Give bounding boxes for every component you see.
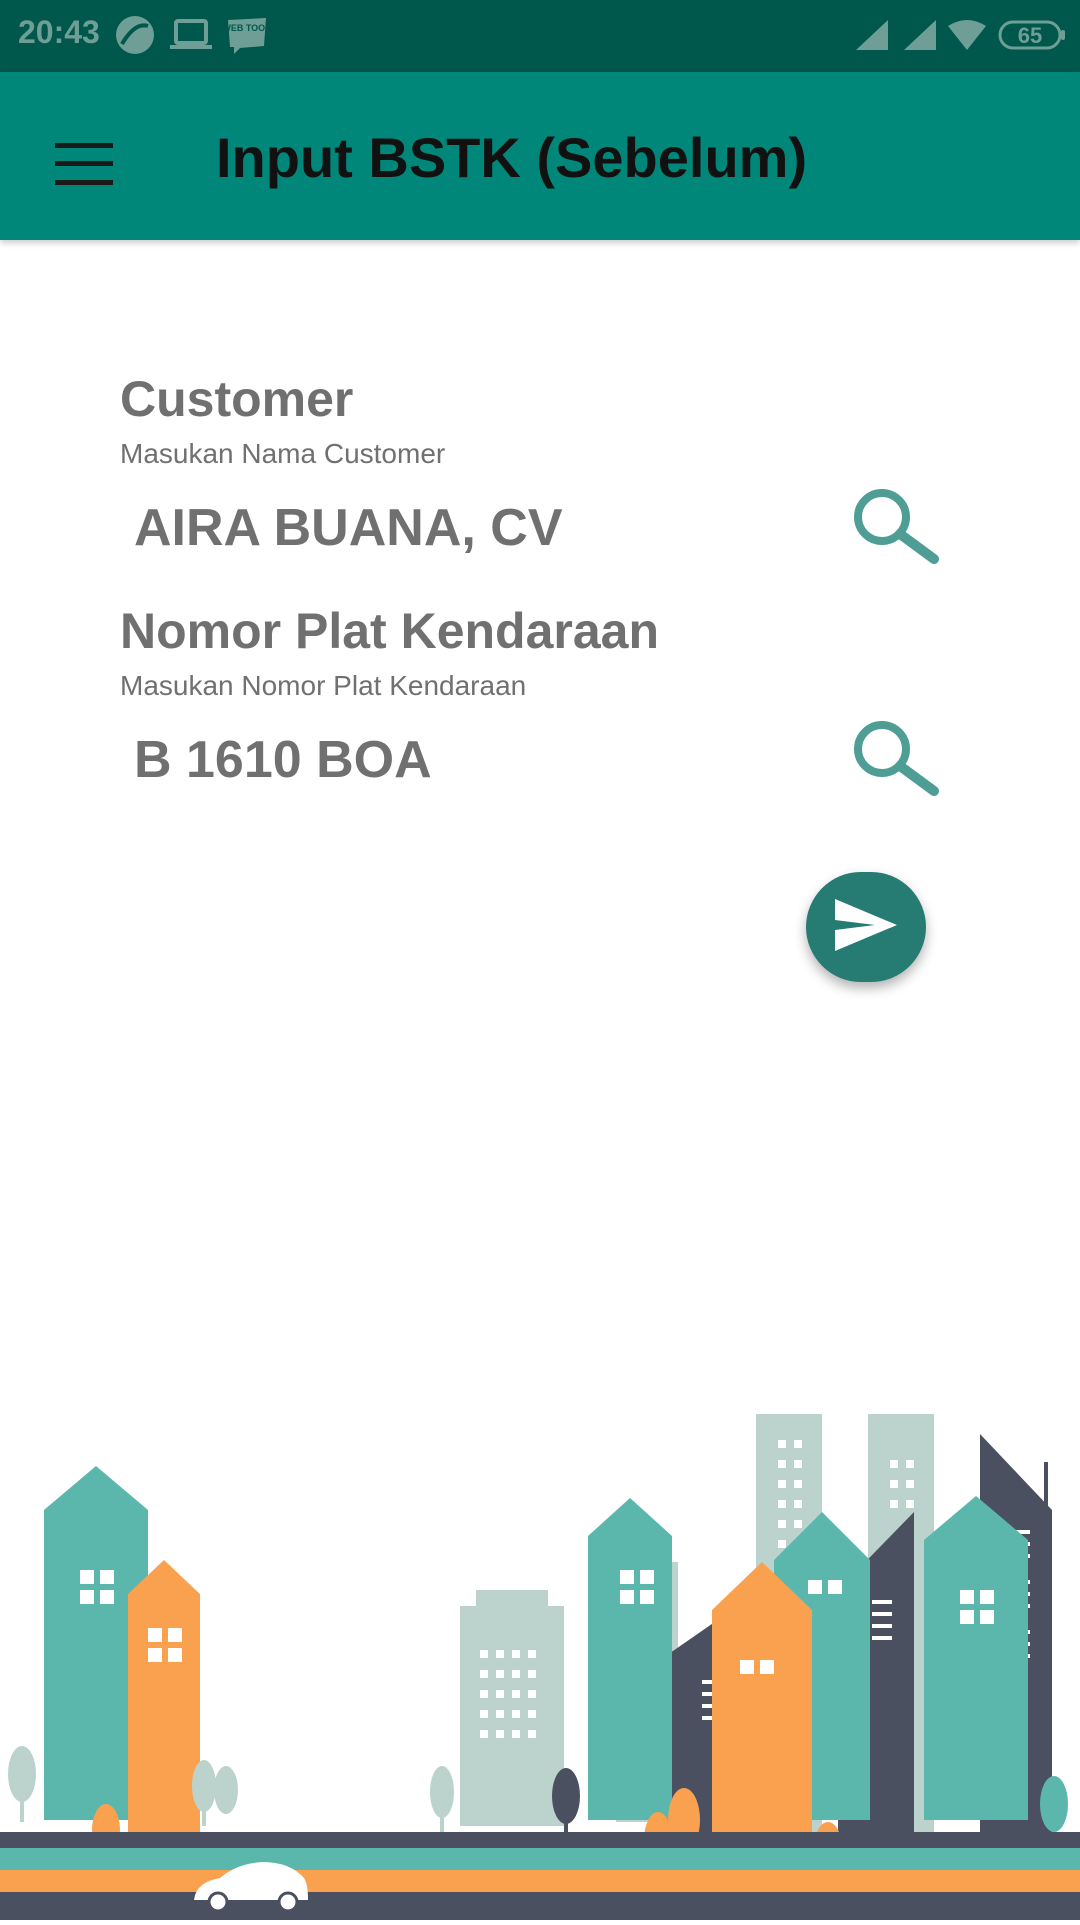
svg-text:65: 65 bbox=[1018, 23, 1042, 48]
search-icon bbox=[850, 720, 942, 802]
send-icon bbox=[835, 898, 897, 956]
hamburger-menu-icon bbox=[55, 142, 113, 190]
app-bar: Input BSTK (Sebelum) bbox=[0, 72, 1080, 240]
app-notification-icon bbox=[114, 14, 156, 61]
signal-icon bbox=[904, 20, 936, 55]
customer-input[interactable] bbox=[120, 488, 834, 568]
webtoon-icon: WEB TOON bbox=[222, 16, 272, 59]
search-icon bbox=[850, 488, 942, 570]
plate-search-button[interactable] bbox=[846, 716, 946, 806]
svg-text:WEB TOON: WEB TOON bbox=[226, 23, 268, 33]
laptop-icon bbox=[170, 18, 212, 57]
status-time: 20:43 bbox=[18, 14, 100, 50]
signal-icon bbox=[856, 20, 888, 55]
battery-icon: 65 bbox=[998, 18, 1066, 57]
customer-search-button[interactable] bbox=[846, 484, 946, 574]
page-title: Input BSTK (Sebelum) bbox=[216, 126, 808, 189]
customer-label: Customer bbox=[120, 371, 354, 427]
plate-input[interactable] bbox=[120, 720, 834, 800]
customer-hint: Masukan Nama Customer bbox=[120, 438, 446, 469]
status-bar: 20:43 WEB TOON 65 bbox=[0, 0, 1080, 72]
menu-button[interactable] bbox=[40, 122, 128, 210]
wifi-icon bbox=[948, 20, 986, 55]
city-illustration bbox=[0, 1400, 1080, 1920]
send-button[interactable] bbox=[806, 872, 926, 982]
plate-hint: Masukan Nomor Plat Kendaraan bbox=[120, 670, 527, 701]
plate-label: Nomor Plat Kendaraan bbox=[120, 603, 660, 659]
